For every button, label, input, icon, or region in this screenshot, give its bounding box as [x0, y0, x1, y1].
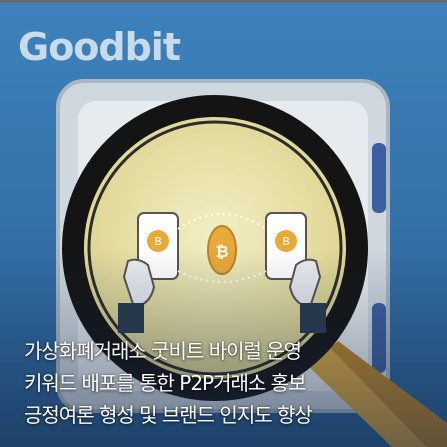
brand-logo: Goodbit [18, 25, 181, 69]
caption-line: 긍정여론 형성 및 브랜드 인지도 향상 [24, 403, 313, 427]
caption-line: 키워드 배포를 통한 P2P거래소 홍보 [24, 371, 306, 395]
caption-line: 가상화폐거래소 굿비트 바이럴 운영 [24, 339, 302, 363]
project-caption: 가상화폐거래소 굿비트 바이럴 운영 키워드 배포를 통한 P2P거래소 홍보 … [24, 335, 424, 431]
portfolio-card[interactable]: B B ₿ Goodbit 가상화폐거래소 굿비트 바이럴 운영 키워드 배포를… [0, 0, 447, 447]
